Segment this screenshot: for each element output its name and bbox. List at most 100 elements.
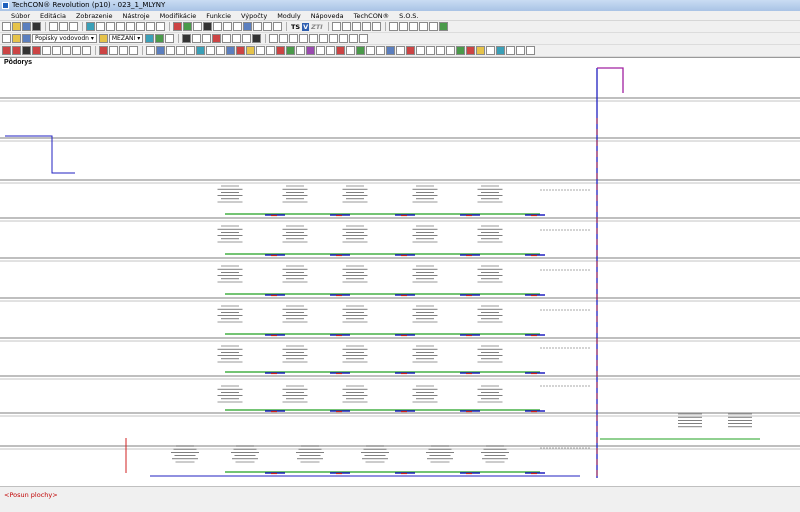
snap-icon[interactable]: [223, 22, 232, 31]
tool-40-icon[interactable]: [406, 46, 415, 55]
light-icon[interactable]: [12, 34, 21, 43]
explode-icon[interactable]: [428, 22, 438, 31]
tool-37-icon[interactable]: [376, 46, 385, 55]
menu-modifikacie[interactable]: Modifikácie: [155, 11, 202, 20]
tool-4-icon[interactable]: [32, 46, 41, 55]
tool-20-icon[interactable]: [206, 46, 215, 55]
labels-dropdown[interactable]: Popisky vodovodn ▾: [32, 34, 97, 43]
tool-10-icon[interactable]: [99, 46, 108, 55]
tool-19-icon[interactable]: [196, 46, 205, 55]
tool-33-icon[interactable]: [336, 46, 345, 55]
tool-46-icon[interactable]: [466, 46, 475, 55]
measure-icon[interactable]: [273, 22, 282, 31]
trim-icon[interactable]: [418, 22, 428, 31]
dim-icon[interactable]: [213, 22, 222, 31]
redo-icon[interactable]: [183, 22, 192, 31]
rectangle-icon[interactable]: [351, 22, 361, 31]
mirror-icon[interactable]: [408, 22, 418, 31]
move-icon[interactable]: [193, 22, 202, 31]
paste-icon[interactable]: [69, 22, 78, 31]
ts-button[interactable]: TS: [290, 23, 301, 31]
pump-icon[interactable]: [222, 34, 232, 43]
print-icon[interactable]: [32, 22, 41, 31]
new-icon[interactable]: [2, 22, 11, 31]
block-icon[interactable]: [398, 22, 408, 31]
menu-zobrazenie[interactable]: Zobrazenie: [71, 11, 118, 20]
help-icon[interactable]: [86, 22, 95, 31]
line-icon[interactable]: [331, 22, 341, 31]
tool-17-icon[interactable]: [176, 46, 185, 55]
tool-27-icon[interactable]: [276, 46, 285, 55]
copy-icon[interactable]: [59, 22, 68, 31]
layer-icon[interactable]: [243, 22, 252, 31]
tool-47-icon[interactable]: [476, 46, 485, 55]
polyline-icon[interactable]: [341, 22, 351, 31]
floor-dropdown[interactable]: MEZANÍ ▾: [108, 34, 144, 43]
layer-state-icon[interactable]: [22, 34, 31, 43]
tool-15-icon[interactable]: [156, 46, 165, 55]
dim-v-icon[interactable]: [279, 34, 289, 43]
dim-r-icon[interactable]: [299, 34, 309, 43]
dim-d-icon[interactable]: [309, 34, 319, 43]
circle-icon[interactable]: [361, 22, 371, 31]
tool-21-icon[interactable]: [216, 46, 225, 55]
tool-50-icon[interactable]: [506, 46, 515, 55]
tool-2-icon[interactable]: [12, 46, 21, 55]
menu-subor[interactable]: Súbor: [6, 11, 35, 20]
tool-12-icon[interactable]: [119, 46, 128, 55]
menu-funkcie[interactable]: Funkcie: [201, 11, 236, 20]
tool-41-icon[interactable]: [416, 46, 425, 55]
tool-6-icon[interactable]: [52, 46, 61, 55]
undo-icon[interactable]: [173, 22, 182, 31]
pipe-tool-icon[interactable]: [192, 34, 202, 43]
valve-icon[interactable]: [212, 34, 222, 43]
report-icon[interactable]: [349, 34, 359, 43]
tool-30-icon[interactable]: [306, 46, 315, 55]
tool-48-icon[interactable]: [486, 46, 495, 55]
tool-25-icon[interactable]: [256, 46, 265, 55]
calc-icon[interactable]: [359, 34, 369, 43]
tool-26-icon[interactable]: [266, 46, 275, 55]
arc-icon[interactable]: [371, 22, 381, 31]
tool-49-icon[interactable]: [496, 46, 505, 55]
tool-52-icon[interactable]: [526, 46, 535, 55]
dim-h-icon[interactable]: [269, 34, 279, 43]
tool-36-icon[interactable]: [366, 46, 375, 55]
tool-32-icon[interactable]: [326, 46, 335, 55]
zoom-in-icon[interactable]: [96, 22, 105, 31]
zoom-prev-icon[interactable]: [156, 22, 165, 31]
save-icon[interactable]: [22, 22, 31, 31]
menu-moduly[interactable]: Moduly: [272, 11, 305, 20]
tool-34-icon[interactable]: [346, 46, 355, 55]
tool-45-icon[interactable]: [456, 46, 465, 55]
tool-51-icon[interactable]: [516, 46, 525, 55]
tool-28-icon[interactable]: [286, 46, 295, 55]
hatch-icon[interactable]: [388, 22, 398, 31]
floor-tool-icon[interactable]: [145, 34, 155, 43]
pan-icon[interactable]: [136, 22, 145, 31]
zoom-out-icon[interactable]: [106, 22, 115, 31]
menu-editacia[interactable]: Editácia: [35, 11, 71, 20]
tool-39-icon[interactable]: [396, 46, 405, 55]
dim-a-icon[interactable]: [289, 34, 299, 43]
properties-icon[interactable]: [263, 22, 272, 31]
tool-29-icon[interactable]: [296, 46, 305, 55]
menu-techcon[interactable]: TechCON®: [349, 11, 395, 20]
lightbulb-icon[interactable]: [98, 34, 108, 43]
grid-icon[interactable]: [253, 22, 262, 31]
erase-icon[interactable]: [438, 22, 448, 31]
tool-23-icon[interactable]: [236, 46, 245, 55]
tool-42-icon[interactable]: [426, 46, 435, 55]
fitting-icon[interactable]: [202, 34, 212, 43]
text-icon[interactable]: [203, 22, 212, 31]
ortho-icon[interactable]: [233, 22, 242, 31]
tool-14-icon[interactable]: [146, 46, 155, 55]
tool-18-icon[interactable]: [186, 46, 195, 55]
tool-16-icon[interactable]: [166, 46, 175, 55]
menu-nastroje[interactable]: Nástroje: [118, 11, 155, 20]
zti-button[interactable]: ZTI: [310, 23, 324, 31]
zoom-window-icon[interactable]: [116, 22, 125, 31]
text-a-icon[interactable]: [252, 34, 262, 43]
list-icon[interactable]: [339, 34, 349, 43]
floor-copy-icon[interactable]: [155, 34, 165, 43]
